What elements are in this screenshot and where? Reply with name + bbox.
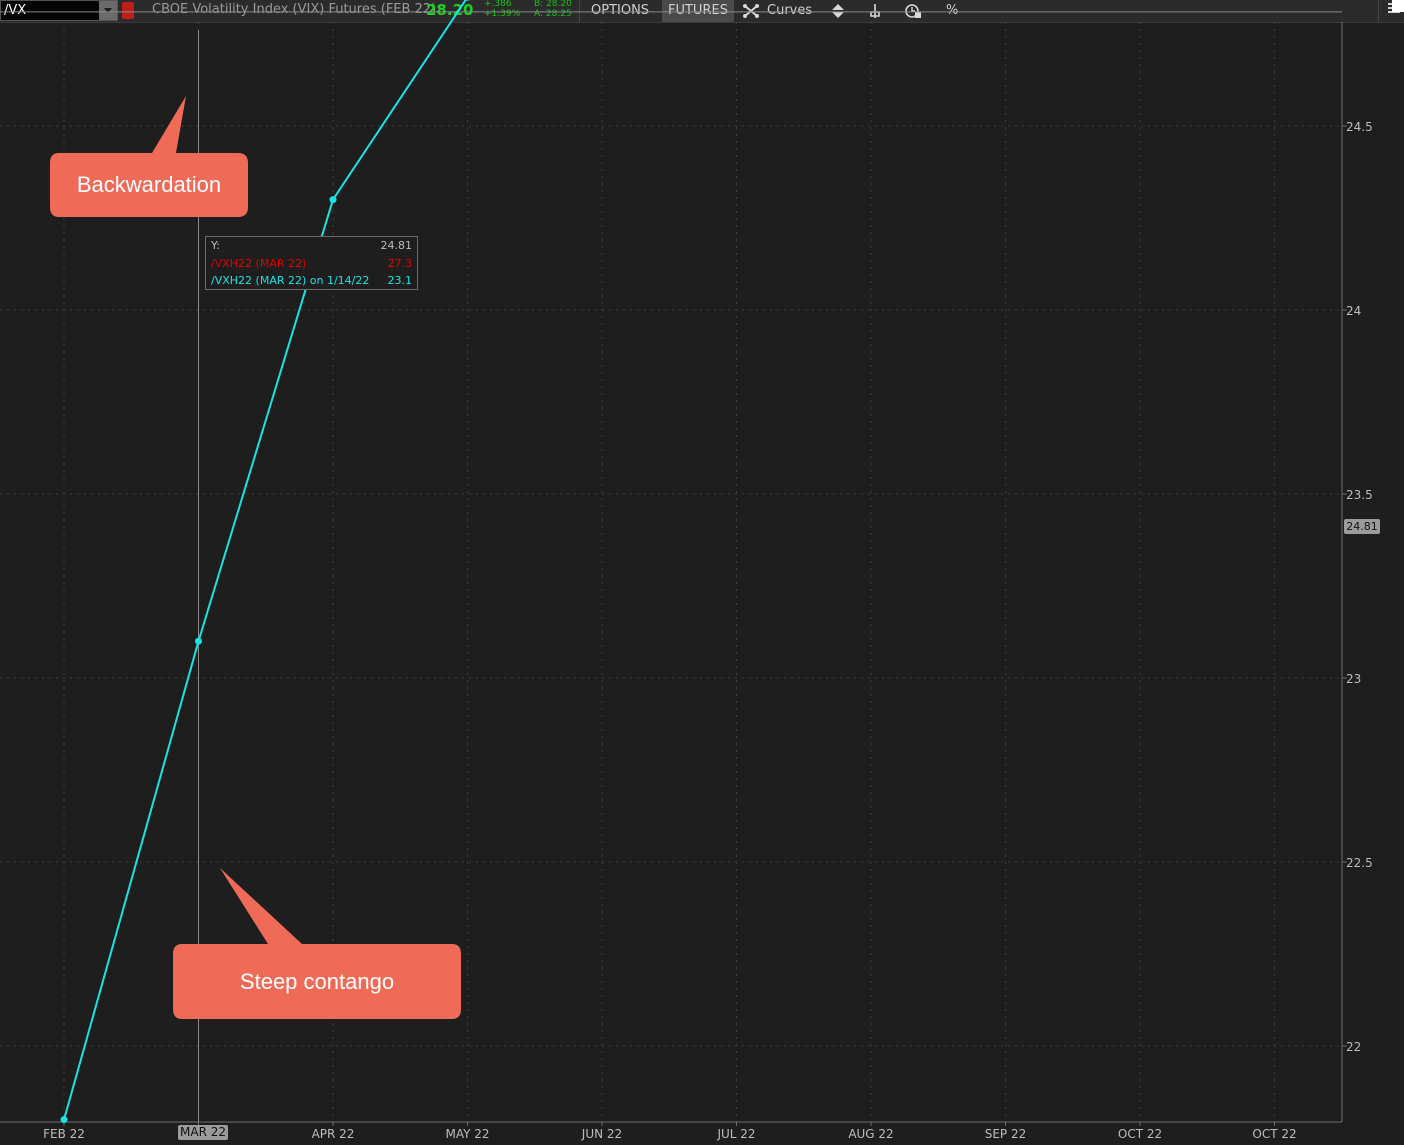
legend-past-key: /VXH22 (MAR 22) on 1/14/22 <box>211 274 370 287</box>
contango-label: Steep contango <box>240 969 394 994</box>
x-tick-label: SEP 22 <box>985 1127 1027 1141</box>
data-point-past[interactable] <box>329 196 337 204</box>
y-tick-label: 24.5 <box>1346 120 1373 134</box>
x-tick-label: JUL 22 <box>716 1127 755 1141</box>
x-tick-label: AUG 22 <box>848 1127 893 1141</box>
crosshair-legend: Y: 24.81 /VXH22 (MAR 22) 27.3 /VXH22 (MA… <box>205 236 418 290</box>
callouts: Backwardation Steep contango <box>50 96 461 1019</box>
legend-y-row: Y: 24.81 <box>211 239 412 253</box>
legend-series-past: /VXH22 (MAR 22) on 1/14/22 23.1 <box>211 274 412 288</box>
x-tick-label: MAY 22 <box>445 1127 489 1141</box>
legend-past-value: 23.1 <box>387 274 413 287</box>
y-tick-label: 23.5 <box>1346 488 1373 502</box>
y-tick-label: 22.5 <box>1346 856 1373 870</box>
legend-y-key: Y: <box>211 239 220 252</box>
legend-current-value: 27.3 <box>387 257 413 270</box>
backwardation-callout <box>50 96 248 217</box>
data-point-past[interactable] <box>60 1116 68 1124</box>
x-tick-label: OCT 22 <box>1118 1127 1162 1141</box>
x-tick-label: APR 22 <box>312 1127 355 1141</box>
y-tick-label: 22 <box>1346 1040 1361 1054</box>
x-tick-label: FEB 22 <box>43 1127 85 1141</box>
chart-canvas[interactable]: 2222.52323.52424.52525.52626.52727.5FEB … <box>0 0 1404 1145</box>
y-cursor-label: 24.81 <box>1344 519 1380 534</box>
backwardation-label: Backwardation <box>77 172 221 197</box>
data-point-past[interactable] <box>195 637 202 645</box>
y-tick-label: 23 <box>1346 672 1361 686</box>
x-cursor-label: MAR 22 <box>178 1125 228 1140</box>
legend-y-value: 24.81 <box>380 239 413 252</box>
legend-current-key: /VXH22 (MAR 22) <box>211 257 307 270</box>
legend-series-current: /VXH22 (MAR 22) 27.3 <box>211 257 412 271</box>
x-tick-label: JUN 22 <box>581 1127 622 1141</box>
x-tick-label: OCT 22 <box>1252 1127 1296 1141</box>
y-tick-label: 24 <box>1346 304 1361 318</box>
contango-callout <box>173 868 461 1019</box>
